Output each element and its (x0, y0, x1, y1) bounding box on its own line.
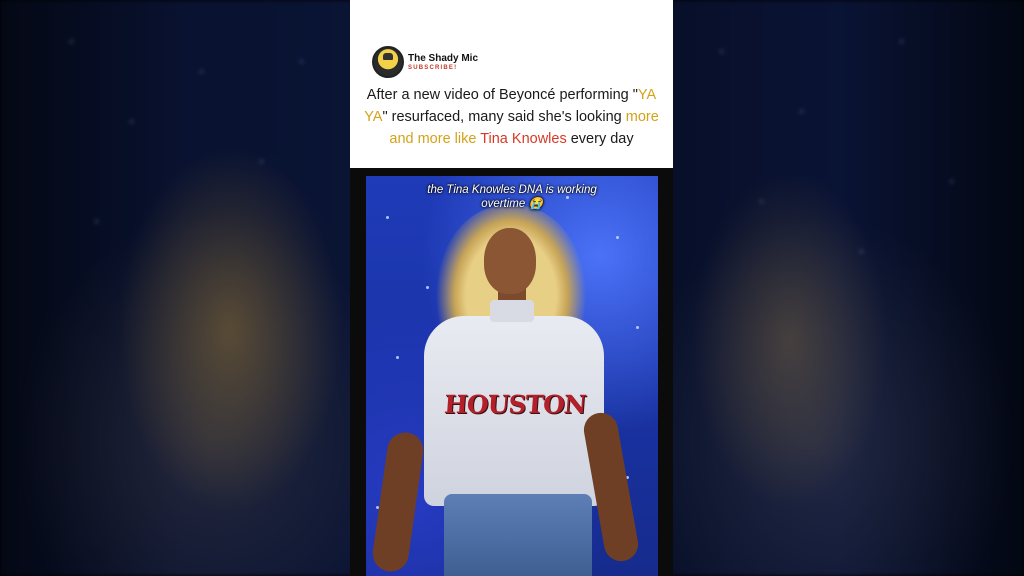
short-video-column: The Shady Mic SUBSCRIBE! After a new vid… (350, 0, 673, 576)
video-frame[interactable]: HOUSTON the Tina Knowles DNA is working … (366, 176, 658, 576)
subscribe-label[interactable]: SUBSCRIBE! (408, 64, 478, 72)
headline-text: After a new video of Beyoncé performing … (364, 87, 659, 147)
headline-highlight-name: Tina Knowles (480, 131, 567, 147)
shirt-lettering: HOUSTON (443, 390, 587, 419)
channel-name[interactable]: The Shady Mic (408, 53, 478, 64)
channel-avatar[interactable] (372, 46, 404, 78)
performer-face (484, 228, 536, 294)
video-caption: the Tina Knowles DNA is working overtime… (427, 184, 597, 210)
performer-left-arm (370, 430, 426, 574)
channel-brand[interactable]: The Shady Mic SUBSCRIBE! (372, 46, 478, 78)
performer-choker (490, 300, 534, 322)
performer-shorts (444, 494, 592, 576)
header-card: The Shady Mic SUBSCRIBE! After a new vid… (350, 0, 673, 168)
